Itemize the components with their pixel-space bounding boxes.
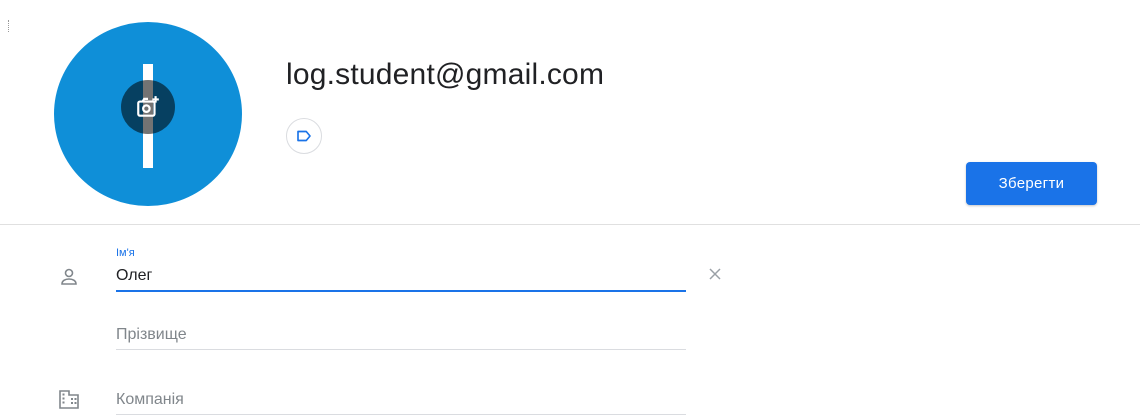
company-input[interactable] — [116, 389, 686, 411]
change-photo-button[interactable] — [121, 80, 175, 134]
first-name-field: Ім'я — [116, 247, 686, 293]
corner-mark — [8, 20, 11, 32]
label-outline-icon — [297, 130, 311, 142]
first-name-underline — [116, 290, 686, 292]
contact-edit-page: log.student@gmail.com Зберегти Ім'я — [0, 0, 1140, 416]
add-label-button[interactable] — [286, 118, 322, 154]
business-icon — [59, 390, 79, 409]
last-name-field — [116, 322, 686, 352]
last-name-input[interactable] — [116, 324, 686, 346]
first-name-label: Ім'я — [116, 247, 135, 259]
header-divider — [0, 224, 1140, 225]
save-button[interactable]: Зберегти — [966, 162, 1097, 205]
close-icon[interactable] — [705, 264, 725, 284]
add-photo-icon — [137, 96, 159, 117]
contact-email-title: log.student@gmail.com — [286, 58, 605, 91]
person-icon — [61, 268, 77, 285]
first-name-input[interactable] — [116, 265, 686, 287]
contact-avatar[interactable] — [54, 22, 242, 206]
company-underline — [116, 414, 686, 415]
last-name-underline — [116, 349, 686, 350]
company-field — [116, 387, 686, 416]
